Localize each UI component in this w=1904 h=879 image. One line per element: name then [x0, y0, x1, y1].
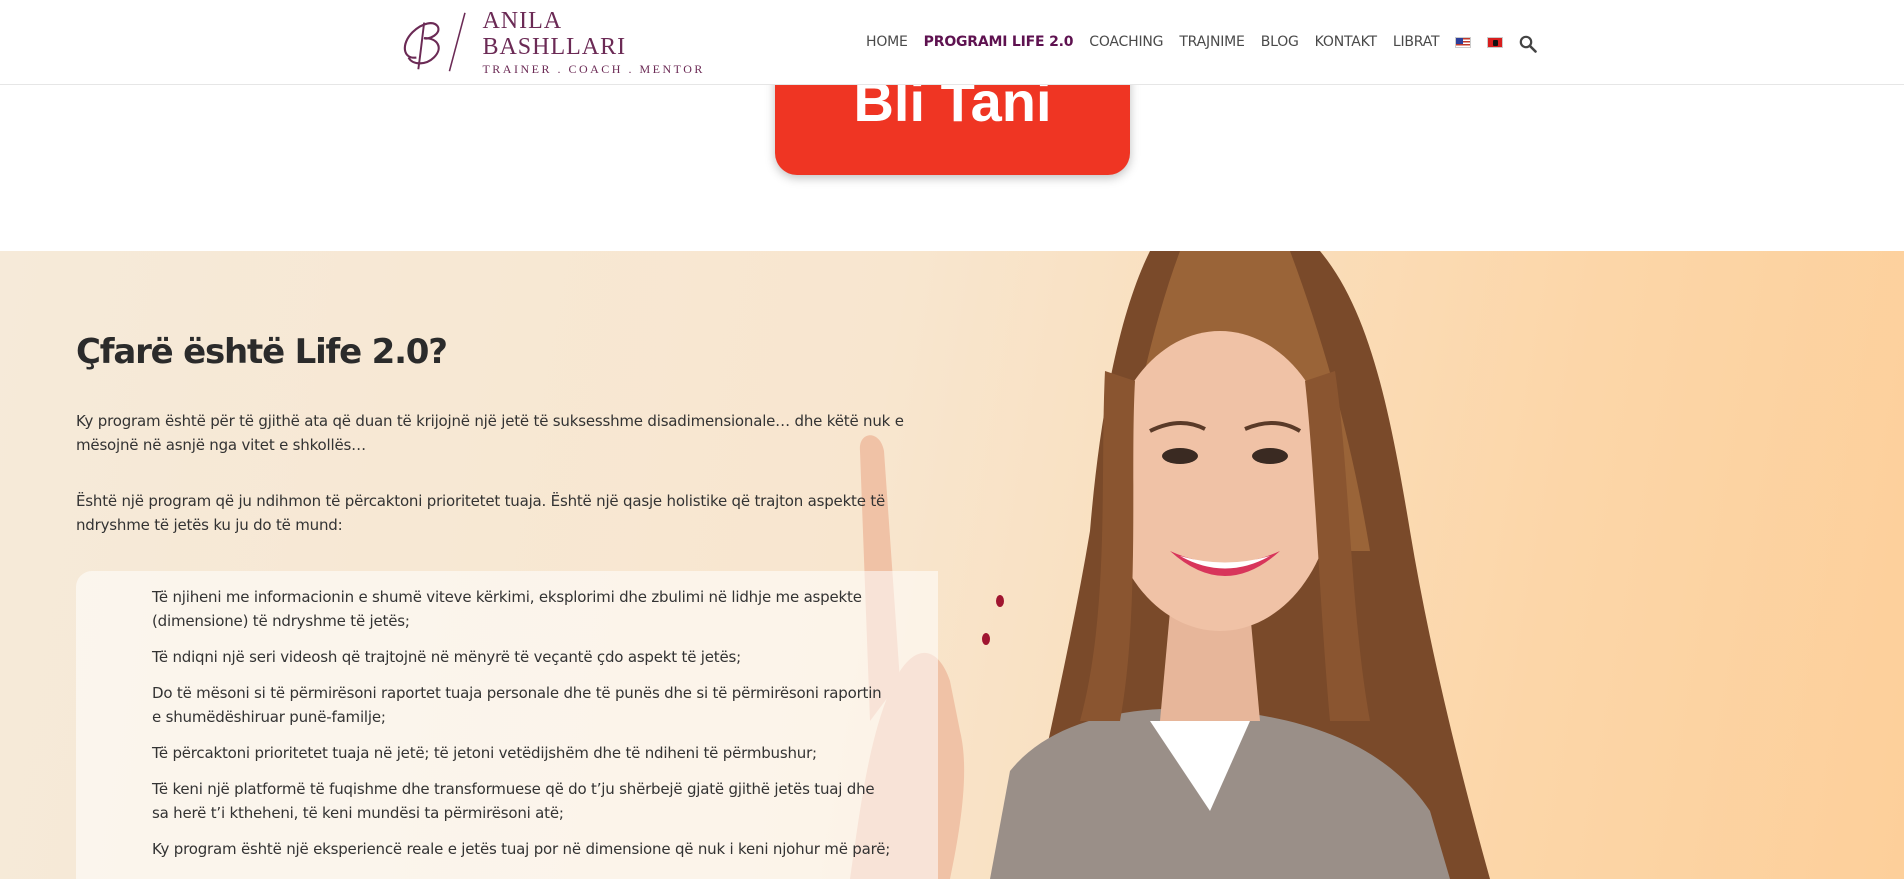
nav-home[interactable]: HOME — [866, 34, 908, 50]
nav-kontakt[interactable]: KONTAKT — [1315, 34, 1377, 50]
nav-blog[interactable]: BLOG — [1261, 34, 1299, 50]
intro-paragraph: Ky program është për të gjithë ata që du… — [76, 412, 904, 454]
list-item: Të ndiqni një seri videosh që trajtojnë … — [152, 648, 741, 666]
us-flag-icon[interactable] — [1455, 36, 1472, 48]
benefits-box: Të njiheni me informacionin e shumë vite… — [76, 571, 938, 879]
list-item: Të përcaktoni prioritetet tuaja në jetë;… — [152, 744, 817, 762]
nav-programi-life[interactable]: PROGRAMI LIFE 2.0 — [924, 34, 1074, 50]
nav-trajnime[interactable]: TRAJNIME — [1179, 34, 1245, 50]
site-header: ANILA BASHLLARI TRAINER . COACH . MENTOR… — [0, 0, 1904, 85]
nav-librat[interactable]: LIBRAT — [1393, 34, 1440, 50]
albania-flag-icon[interactable] — [1487, 36, 1504, 48]
nav-coaching[interactable]: COACHING — [1089, 34, 1163, 50]
list-item: Do të mësoni si të përmirësoni raportet … — [152, 684, 882, 726]
list-item: Të njiheni me informacionin e shumë vite… — [152, 588, 862, 630]
logo-monogram-icon — [403, 12, 466, 72]
life-2-section: Çfarë është Life 2.0? Ky program është p… — [0, 251, 1904, 879]
search-icon[interactable] — [1519, 35, 1538, 53]
list-item: Të keni një platformë të fuqishme dhe tr… — [152, 780, 875, 822]
benefits-list: Të njiheni me informacionin e shumë vite… — [152, 585, 892, 873]
site-logo[interactable]: ANILA BASHLLARI TRAINER . COACH . MENTOR — [395, 8, 705, 76]
list-item: Ky program është një eksperiencë reale e… — [152, 840, 891, 858]
woman-pointing-photo — [850, 251, 1490, 879]
description-paragraph: Është një program që ju ndihmon të përca… — [76, 492, 886, 534]
main-nav: HOME PROGRAMI LIFE 2.0 COACHING TRAJNIME… — [866, 30, 1538, 54]
logo-tagline: TRAINER . COACH . MENTOR — [482, 62, 705, 76]
logo-name: ANILA BASHLLARI — [482, 8, 627, 60]
section-title: Çfarë është Life 2.0? — [76, 332, 448, 372]
